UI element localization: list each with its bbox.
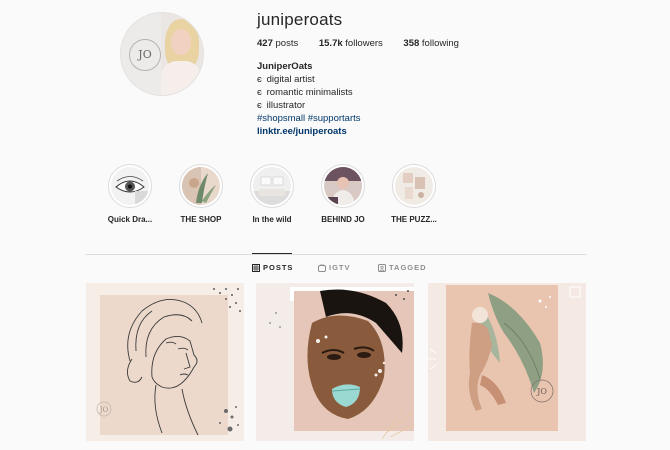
tab-posts-label: POSTS <box>263 263 294 272</box>
tagged-icon <box>378 263 386 272</box>
room-interior-icon <box>253 167 291 205</box>
highlight-label: In the wild <box>252 215 292 224</box>
highlight-ring <box>321 164 365 208</box>
highlight-quick-drawings[interactable]: Quick Dra... <box>100 164 160 224</box>
followers-count: 15.7k <box>318 38 343 49</box>
profile-tabs: POSTS IGTV TAGGED <box>252 263 452 275</box>
tab-tagged[interactable]: TAGGED <box>378 263 427 272</box>
avatar-logo: JO <box>129 39 161 71</box>
post-thumbnail[interactable]: JO <box>86 283 244 441</box>
posts-count: 427 <box>257 38 273 49</box>
active-tab-indicator <box>252 253 292 254</box>
highlight-ring <box>392 164 436 208</box>
story-highlights: Quick Dra... THE SHOP In the wild BEHIND… <box>100 164 460 234</box>
post-logo: JO <box>99 406 109 414</box>
bio-hashtags[interactable]: #shopsmall #supportarts <box>257 112 361 125</box>
profile-username: juniperoats <box>257 10 343 29</box>
bio-bullet-icon: є <box>257 74 262 85</box>
following-count: 358 <box>403 38 420 49</box>
tab-tagged-label: TAGGED <box>389 263 427 272</box>
profile-stats: 427 posts 15.7k followers 358 following <box>257 38 477 49</box>
highlight-label: THE PUZZ... <box>391 215 437 224</box>
highlight-behind-jo[interactable]: BEHIND JO <box>313 164 373 224</box>
posts-label: posts <box>275 38 299 49</box>
posts-count-stat: 427 posts <box>257 38 298 49</box>
following-stat[interactable]: 358 following <box>403 38 458 49</box>
tab-igtv[interactable]: IGTV <box>318 263 351 272</box>
tab-posts[interactable]: POSTS <box>252 263 293 272</box>
bio-line: є digital artist <box>257 73 361 86</box>
post-logo: JO <box>536 387 547 396</box>
bio-bullet-icon: є <box>257 100 262 111</box>
bio-name: JuniperOats <box>257 61 313 72</box>
profile-avatar[interactable]: JO <box>121 13 203 95</box>
following-label: following <box>421 38 459 49</box>
eye-sketch-icon <box>111 167 149 205</box>
igtv-icon <box>318 263 326 272</box>
highlight-the-shop[interactable]: THE SHOP <box>171 164 231 224</box>
grid-icon <box>252 263 260 272</box>
tabs-divider <box>86 254 586 255</box>
highlight-the-puzzles[interactable]: THE PUZZ... <box>384 164 444 224</box>
posts-grid: JO JO <box>86 283 586 450</box>
bio-line: є illustrator <box>257 99 361 112</box>
followers-label: followers <box>345 38 383 49</box>
profile-bio: JuniperOats є digital artist є romantic … <box>257 60 361 138</box>
puzzle-pieces-icon <box>395 167 433 205</box>
avatar-clothing <box>161 61 201 95</box>
woman-with-palm-leaves-artwork: JO <box>428 283 586 441</box>
bio-line-text: illustrator <box>266 100 306 111</box>
plant-art-icon <box>182 167 220 205</box>
highlight-label: Quick Dra... <box>107 215 153 224</box>
post-thumbnail[interactable]: JO <box>428 283 586 441</box>
post-thumbnail[interactable] <box>256 283 414 441</box>
highlight-label: THE SHOP <box>180 215 222 224</box>
line-drawing-face-artwork: JO <box>86 283 244 441</box>
highlight-label: BEHIND JO <box>321 215 365 224</box>
highlight-ring <box>179 164 223 208</box>
bio-line: є romantic minimalists <box>257 86 361 99</box>
followers-stat[interactable]: 15.7k followers <box>319 38 383 49</box>
highlight-ring <box>108 164 152 208</box>
bio-line-text: digital artist <box>266 74 315 85</box>
bio-link[interactable]: linktr.ee/juniperoats <box>257 125 361 138</box>
highlight-ring <box>250 164 294 208</box>
person-portrait-icon <box>324 167 362 205</box>
bio-bullet-icon: є <box>257 87 262 98</box>
painted-portrait-artwork <box>256 283 414 441</box>
highlight-in-the-wild[interactable]: In the wild <box>242 164 302 224</box>
avatar-face <box>171 29 191 55</box>
tab-igtv-label: IGTV <box>329 263 351 272</box>
bio-line-text: romantic minimalists <box>266 87 353 98</box>
